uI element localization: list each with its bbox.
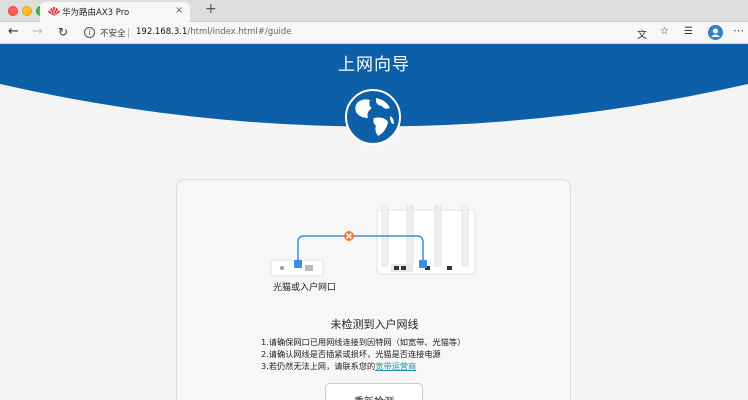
tab-title: 华为路由AX3 Pro <box>62 8 130 18</box>
translate-icon[interactable]: 文 <box>637 26 647 41</box>
tab-close-icon[interactable]: × <box>175 5 183 16</box>
connection-diagram <box>270 205 476 277</box>
cable-plug-router <box>419 260 427 268</box>
more-menu-icon[interactable]: ⋯ <box>733 24 744 37</box>
minimize-window-button[interactable] <box>22 6 32 16</box>
security-label: 不安全 <box>100 29 126 39</box>
address-bar[interactable]: i 不安全 192.168.3.1/html/index.html#/guide <box>80 24 680 42</box>
info-icon[interactable]: i <box>84 27 95 38</box>
reload-icon[interactable]: ↻ <box>58 25 68 39</box>
url-text[interactable]: 192.168.3.1/html/index.html#/guide <box>136 27 292 37</box>
status-title: 未检测到入户网线 <box>330 318 419 331</box>
tab-router[interactable]: 华为路由AX3 Pro × <box>40 2 190 22</box>
new-tab-button[interactable]: + <box>205 1 217 17</box>
globe-icon <box>345 89 401 145</box>
browser-window: 华为路由AX3 Pro × + ← → ↻ i 不安全 192.168.3.1/… <box>0 0 748 400</box>
retry-detection-button[interactable]: 重新检测 <box>325 383 423 400</box>
address-separator <box>128 28 129 38</box>
guide-card: 光猫或入户网口 未检测到入户网线 1.请确保网口已用网线连接到因特网（如宽带、光… <box>176 179 571 400</box>
url-host: 192.168.3.1 <box>136 27 188 37</box>
collections-icon[interactable]: ☰ <box>684 26 693 37</box>
tip-item: 1.请确保网口已用网线连接到因特网（如宽带、光猫等） <box>261 337 466 347</box>
url-path: /html/index.html#/guide <box>187 27 292 37</box>
tip-text: 3.若仍然无法上网，请联系您的 <box>261 361 376 371</box>
cable-plug-modem <box>294 260 302 268</box>
tip-item: 3.若仍然无法上网，请联系您的宽带运营商 <box>261 360 465 372</box>
back-arrow-icon[interactable]: ← <box>8 24 19 39</box>
close-window-button[interactable] <box>8 6 18 16</box>
page-title: 上网向导 <box>338 55 410 75</box>
profile-avatar-icon[interactable] <box>708 25 723 40</box>
page-content: 上网向导 光猫或入户网口 未检测到入户网线 1.请确保网口已用网线连接到因特网（… <box>0 44 748 400</box>
tip-item: 2.请确认网线是否插紧或损坏，光猫是否连接电源 <box>261 349 441 359</box>
huawei-logo-icon <box>48 7 60 16</box>
isp-link[interactable]: 宽带运营商 <box>375 361 416 371</box>
tips-list: 1.请确保网口已用网线连接到因特网（如宽带、光猫等） 2.请确认网线是否插紧或损… <box>261 336 465 372</box>
address-toolbar: ← → ↻ i 不安全 192.168.3.1/html/index.html#… <box>0 22 748 44</box>
forward-arrow-icon[interactable]: → <box>32 24 43 39</box>
modem-label: 光猫或入户网口 <box>273 283 337 293</box>
tab-bar: 华为路由AX3 Pro × + <box>0 0 748 22</box>
favorite-star-icon[interactable]: ☆ <box>660 26 669 37</box>
